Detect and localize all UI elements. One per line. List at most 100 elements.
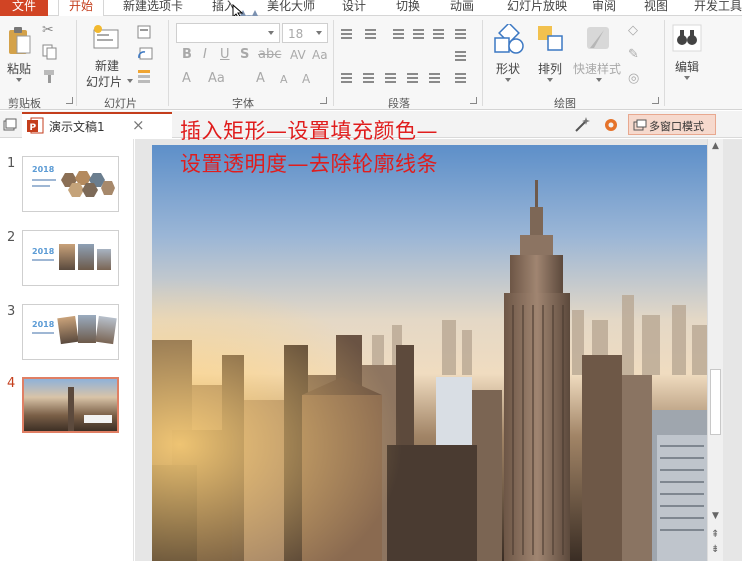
cut-icon[interactable]: ✂ xyxy=(42,22,54,38)
distributed-icon[interactable] xyxy=(428,71,441,83)
editing-dropdown-icon[interactable] xyxy=(684,76,690,80)
tab-transitions[interactable]: 切换 xyxy=(390,0,426,16)
scroll-down-icon[interactable]: ▼ xyxy=(712,511,719,521)
columns-icon[interactable] xyxy=(454,27,467,39)
tab-review[interactable]: 审阅 xyxy=(586,0,622,16)
clipboard-launcher-icon[interactable] xyxy=(66,97,73,104)
layout-icon[interactable] xyxy=(137,24,157,40)
multi-window-mode-button[interactable]: 多窗口模式 xyxy=(628,114,716,135)
underline-icon[interactable]: U xyxy=(220,47,230,62)
paragraph-launcher-icon[interactable] xyxy=(470,97,477,104)
settings-gear-icon[interactable] xyxy=(602,116,620,134)
shadow-icon[interactable]: S xyxy=(240,47,249,62)
slide-4-tower xyxy=(68,387,74,431)
font-launcher-icon[interactable] xyxy=(320,97,327,104)
vertical-scrollbar[interactable]: ▲ ▼ ⇞ ⇟ xyxy=(707,139,723,561)
shapes-dropdown-icon[interactable] xyxy=(505,78,511,82)
slide-2-photo-1 xyxy=(59,244,75,270)
shape-outline-icon[interactable]: ✎ xyxy=(628,47,639,62)
scroll-up-icon[interactable]: ▲ xyxy=(712,141,719,151)
bullets-icon[interactable] xyxy=(340,27,353,39)
ribbon: 粘贴 ✂ 剪贴板 新建 幻灯片 幻灯片 18 B I U S abc AV Aa… xyxy=(0,16,742,110)
clipboard-group-label: 剪贴板 xyxy=(8,97,41,110)
bold-icon[interactable]: B xyxy=(182,47,192,62)
editing-label[interactable]: 编辑 xyxy=(675,58,699,75)
char-spacing-icon[interactable]: AV xyxy=(290,48,306,62)
tab-animations[interactable]: 动画 xyxy=(444,0,480,16)
document-tab[interactable]: P 演示文稿1 × xyxy=(22,112,172,138)
shape-fill-icon[interactable]: ◇ xyxy=(628,23,638,38)
slide-thumbnail-2[interactable]: 2018 xyxy=(22,230,119,286)
shapes-label[interactable]: 形状 xyxy=(496,60,520,77)
tab-file[interactable]: 文件 xyxy=(0,0,48,16)
font-name-combo[interactable] xyxy=(176,23,280,43)
text-direction-icon[interactable] xyxy=(454,49,467,61)
convert-smartart-icon[interactable] xyxy=(454,71,467,83)
paste-label[interactable]: 粘贴 xyxy=(7,60,31,77)
tab-home[interactable]: 开始 xyxy=(58,0,104,16)
align-right-icon[interactable] xyxy=(384,71,397,83)
reset-slide-icon[interactable] xyxy=(137,46,157,62)
slide-1-text-line xyxy=(32,179,56,181)
arrange-icon[interactable] xyxy=(536,24,566,56)
italic-icon[interactable]: I xyxy=(203,47,207,62)
font-size-value: 18 xyxy=(288,27,304,41)
font-size-combo[interactable]: 18 xyxy=(282,23,328,43)
paragraph-group-label: 段落 xyxy=(388,97,410,110)
slide-3-photo-1 xyxy=(57,315,79,345)
instruction-line-2: 设置透明度—去除轮廓线条 xyxy=(180,152,438,176)
shape-effects-icon[interactable]: ◎ xyxy=(628,71,639,86)
section-icon[interactable] xyxy=(137,68,161,84)
slide-4-caption-box xyxy=(84,415,112,423)
previous-slide-icon[interactable]: ⇞ xyxy=(711,529,719,540)
arrange-label[interactable]: 排列 xyxy=(538,60,562,77)
slide-thumbnail-3[interactable]: 2018 xyxy=(22,304,119,360)
tab-developer[interactable]: 开发工具 xyxy=(690,0,742,16)
tab-new-tab[interactable]: 新建选项卡 xyxy=(114,0,192,16)
binoculars-icon[interactable] xyxy=(672,22,702,54)
clear-format-icon[interactable]: A xyxy=(302,72,310,86)
format-painter-icon[interactable] xyxy=(42,68,58,84)
quick-styles-icon[interactable] xyxy=(584,24,614,56)
paste-icon[interactable] xyxy=(6,24,32,56)
arrange-dropdown-icon[interactable] xyxy=(547,78,553,82)
font-name-dropdown-icon[interactable] xyxy=(268,31,274,35)
next-slide-icon[interactable]: ⇟ xyxy=(711,544,719,555)
tab-design[interactable]: 设计 xyxy=(336,0,372,16)
shapes-icon[interactable] xyxy=(492,24,526,56)
line-spacing-icon[interactable] xyxy=(432,27,445,39)
font-color-icon[interactable]: A xyxy=(182,71,191,86)
tab-slideshow[interactable]: 幻灯片放映 xyxy=(497,0,577,16)
shrink-font-icon[interactable]: A xyxy=(280,73,288,86)
change-case-icon[interactable]: Aa xyxy=(312,48,328,62)
tab-beautify-master[interactable]: 美化大师 xyxy=(258,0,324,16)
new-slide-icon[interactable] xyxy=(92,24,122,52)
drawing-launcher-icon[interactable] xyxy=(652,97,659,104)
slide-thumbnail-4-selected[interactable] xyxy=(22,377,119,433)
quick-styles-dropdown-icon[interactable] xyxy=(596,78,602,82)
menu-bar: 文件 开始 新建选项卡 插入 美化大师 设计 切换 动画 幻灯片放映 审阅 视图… xyxy=(0,0,742,16)
close-tab-icon[interactable]: × xyxy=(132,116,145,134)
font-size-dropdown-icon[interactable] xyxy=(316,31,322,35)
tab-menu-icon[interactable] xyxy=(3,118,17,132)
new-slide-label[interactable]: 新建 xyxy=(95,57,119,74)
slide-canvas-city-photo[interactable] xyxy=(152,145,707,561)
strikethrough-icon[interactable]: abc xyxy=(258,47,281,62)
new-slide-dropdown-icon[interactable] xyxy=(127,79,133,83)
tab-view[interactable]: 视图 xyxy=(638,0,674,16)
text-highlight-icon[interactable]: Aa xyxy=(208,71,225,86)
grow-font-icon[interactable]: A xyxy=(256,71,265,86)
scroll-thumb[interactable] xyxy=(710,369,721,435)
align-center-icon[interactable] xyxy=(362,71,375,83)
copy-icon[interactable] xyxy=(42,44,58,60)
numbering-icon[interactable] xyxy=(364,27,377,39)
paste-dropdown-icon[interactable] xyxy=(16,78,22,82)
slide-thumbnail-1[interactable]: 2018 xyxy=(22,156,119,212)
increase-indent-icon[interactable] xyxy=(412,27,425,39)
new-slide-label-2[interactable]: 幻灯片 xyxy=(86,73,122,90)
quick-styles-label[interactable]: 快速样式 xyxy=(573,60,621,77)
decrease-indent-icon[interactable] xyxy=(392,27,405,39)
powerpoint-window: 文件 开始 新建选项卡 插入 美化大师 设计 切换 动画 幻灯片放映 审阅 视图… xyxy=(0,0,742,561)
justify-icon[interactable] xyxy=(406,71,419,83)
align-left-icon[interactable] xyxy=(340,71,353,83)
